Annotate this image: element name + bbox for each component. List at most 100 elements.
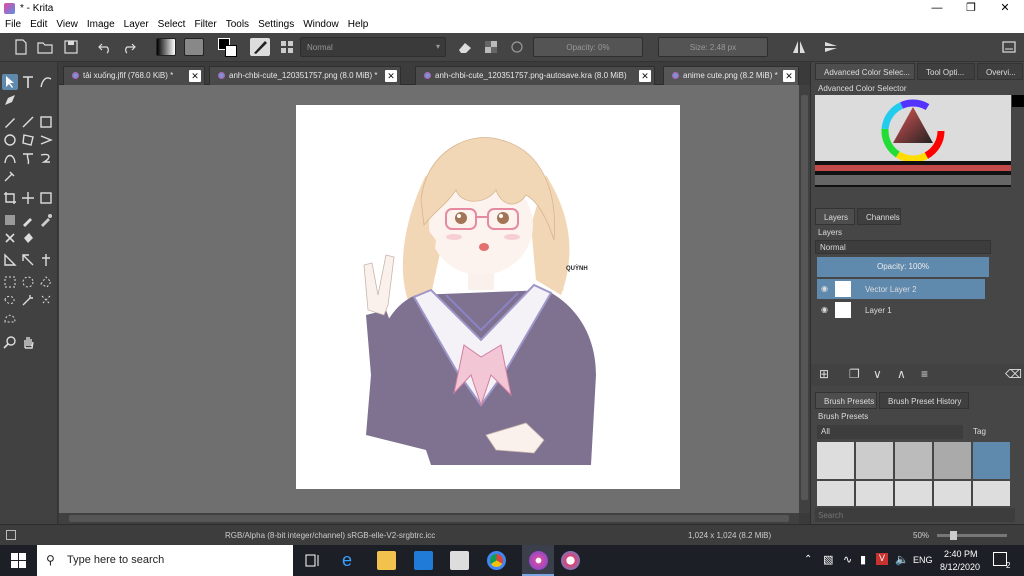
layer-opacity-slider[interactable]: Opacity: 100%	[817, 257, 989, 277]
mail-icon[interactable]	[414, 551, 433, 570]
transform-tool-icon[interactable]	[38, 190, 54, 206]
tab-brush-preset-history[interactable]: Brush Preset History	[879, 392, 969, 409]
task-view-icon[interactable]	[303, 551, 322, 570]
taskbar-search-box[interactable]: ⚲ Type here to search	[37, 545, 293, 576]
wifi-icon[interactable]: ∿	[843, 553, 852, 566]
alpha-lock-icon[interactable]	[482, 38, 500, 56]
fill-tool-icon[interactable]	[20, 230, 36, 246]
delete-layer-icon[interactable]: ⌫	[1005, 367, 1022, 381]
edit-shapes-tool-icon[interactable]	[2, 92, 18, 108]
brush-preset-icon[interactable]	[250, 38, 270, 56]
freehand-path-tool-icon[interactable]	[20, 150, 36, 166]
dynamic-brush-tool-icon[interactable]	[38, 150, 54, 166]
layer-row-vector-layer-2[interactable]: ◉ Vector Layer 2	[817, 279, 985, 299]
tab-close-icon[interactable]: ✕	[189, 70, 201, 82]
battery-icon[interactable]: ▮	[860, 553, 866, 566]
menu-view[interactable]: View	[51, 17, 82, 33]
brush-preset-tile[interactable]	[817, 481, 854, 506]
polyline-tool-icon[interactable]	[38, 132, 54, 148]
line-tool-icon[interactable]	[20, 114, 36, 130]
blend-mode-select[interactable]: Normal ▾	[300, 37, 446, 57]
redo-icon[interactable]	[120, 38, 138, 56]
brush-preset-tile[interactable]	[934, 442, 971, 479]
undo-icon[interactable]	[96, 38, 114, 56]
close-icon[interactable]: ✕	[988, 0, 1022, 17]
zoom-slider[interactable]	[937, 531, 1007, 540]
notification-center-icon[interactable]	[993, 552, 1007, 566]
brush-preset-tile-selected[interactable]	[973, 442, 1010, 479]
polygon-select-tool-icon[interactable]	[38, 274, 54, 290]
windows-start-icon[interactable]	[9, 551, 28, 570]
reload-preset-icon[interactable]	[508, 38, 526, 56]
smart-patch-tool-icon[interactable]	[2, 230, 18, 246]
tab-channels[interactable]: Channels	[857, 208, 901, 225]
reference-tool-icon[interactable]	[38, 252, 54, 268]
vertical-scroll-thumb[interactable]	[801, 95, 808, 500]
add-layer-icon[interactable]: ⊞	[819, 367, 829, 381]
text-tool-icon[interactable]	[20, 74, 36, 90]
gradient-swatch-icon[interactable]	[156, 38, 176, 56]
maximize-icon[interactable]: ❐	[954, 0, 988, 17]
select-shapes-tool-icon[interactable]	[2, 74, 18, 90]
assistant-tool-icon[interactable]	[2, 252, 18, 268]
clock-date[interactable]: 8/12/2020	[940, 562, 980, 572]
brush-preset-tile[interactable]	[973, 481, 1010, 506]
color-picker-tool-icon[interactable]	[20, 212, 36, 228]
tab-close-icon[interactable]: ✕	[385, 70, 397, 82]
tab-overview[interactable]: Overvi...	[977, 63, 1023, 80]
current-color-swatch[interactable]	[1012, 95, 1024, 107]
minimize-icon[interactable]: —	[920, 0, 954, 17]
grid-options-icon[interactable]	[278, 38, 296, 56]
selection-icon[interactable]	[6, 530, 16, 540]
picsart-icon[interactable]	[561, 551, 580, 570]
document-canvas[interactable]: QUỲNH	[296, 105, 680, 489]
new-document-icon[interactable]	[12, 38, 30, 56]
tab-document-3[interactable]: anh-chbi-cute_120351757.png-autosave.kra…	[415, 66, 655, 85]
size-slider[interactable]: Size: 2.48 px	[658, 37, 768, 57]
tab-brush-presets[interactable]: Brush Presets	[815, 392, 877, 409]
freehand-select-tool-icon[interactable]	[2, 292, 18, 308]
bezier-tool-icon[interactable]	[2, 150, 18, 166]
brush-preset-tile[interactable]	[895, 442, 932, 479]
edge-browser-icon[interactable]: e	[342, 551, 361, 570]
tab-close-icon[interactable]: ✕	[639, 70, 651, 82]
menu-tools[interactable]: Tools	[221, 17, 253, 33]
multibrush-tool-icon[interactable]	[2, 168, 18, 184]
move-up-icon[interactable]: ∧	[897, 367, 906, 381]
brush-preset-tile[interactable]	[817, 442, 854, 479]
brush-search-input[interactable]	[815, 508, 1015, 522]
similar-select-tool-icon[interactable]	[38, 292, 54, 308]
menu-image[interactable]: Image	[82, 17, 119, 33]
vpn-icon[interactable]: V	[876, 553, 888, 565]
layer-blend-select[interactable]: Normal	[815, 240, 991, 254]
tab-document-2[interactable]: anh-chbi-cute_120351757.png (8.0 MiB) * ✕	[209, 66, 401, 85]
duplicate-layer-icon[interactable]: ❐	[849, 367, 860, 381]
eye-icon[interactable]: ◉	[821, 305, 828, 314]
language-indicator[interactable]: ENG	[913, 555, 933, 565]
brush-preset-tile[interactable]	[895, 481, 932, 506]
ellipse-select-tool-icon[interactable]	[20, 274, 36, 290]
crop-tool-icon[interactable]	[2, 190, 18, 206]
horizontal-scroll-thumb[interactable]	[69, 515, 789, 522]
tab-tool-options[interactable]: Tool Opti...	[917, 63, 975, 80]
layer-properties-icon[interactable]: ≡	[921, 367, 928, 381]
store-icon[interactable]	[450, 551, 469, 570]
eye-icon[interactable]: ◉	[821, 284, 828, 293]
menu-layer[interactable]: Layer	[119, 17, 153, 33]
measure-tool-icon[interactable]	[20, 252, 36, 268]
tab-layers[interactable]: Layers	[815, 208, 855, 225]
krita-taskbar-button[interactable]	[522, 545, 554, 576]
mirror-vertical-icon[interactable]	[822, 38, 840, 56]
contiguous-select-tool-icon[interactable]	[20, 292, 36, 308]
menu-edit[interactable]: Edit	[25, 17, 51, 33]
freehand-brush-tool-icon[interactable]	[2, 114, 18, 130]
menu-help[interactable]: Help	[343, 17, 373, 33]
pan-tool-icon[interactable]	[20, 334, 36, 350]
menu-filter[interactable]: Filter	[189, 17, 220, 33]
chrome-icon[interactable]	[487, 551, 506, 570]
horizontal-scrollbar[interactable]	[59, 513, 799, 524]
menu-file[interactable]: File	[0, 17, 25, 33]
tab-advanced-color-selector[interactable]: Advanced Color Selec...	[815, 63, 915, 80]
move-tool-icon[interactable]	[20, 190, 36, 206]
opacity-slider[interactable]: Opacity: 0%	[533, 37, 643, 57]
